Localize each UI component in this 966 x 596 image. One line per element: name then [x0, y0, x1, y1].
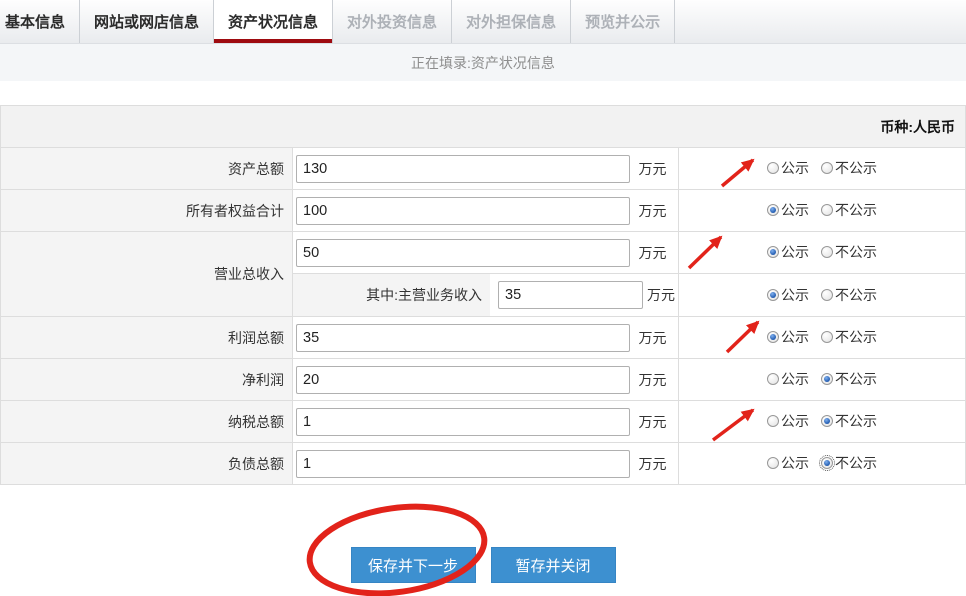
unit-label: 万元 [638, 203, 666, 219]
tab-preview-publish: 预览并公示 [571, 0, 675, 43]
tab-investment-info: 对外投资信息 [333, 0, 452, 43]
radio-private[interactable] [821, 331, 833, 343]
row-label: 负债总额 [1, 443, 293, 485]
radio-private[interactable] [821, 204, 833, 216]
radio-public-label[interactable]: 公示 [781, 327, 809, 347]
radio-public[interactable] [767, 373, 779, 385]
radio-private-label[interactable]: 不公示 [835, 453, 877, 473]
radio-public-label[interactable]: 公示 [781, 285, 809, 305]
tab-basic-info[interactable]: 基本信息 [0, 0, 80, 43]
save-close-button[interactable]: 暂存并关闭 [491, 547, 616, 583]
radio-private-label[interactable]: 不公示 [835, 158, 877, 178]
radio-public-label[interactable]: 公示 [781, 242, 809, 262]
tab-guarantee-info: 对外担保信息 [452, 0, 571, 43]
footer-actions: 保存并下一步 暂存并关闭 [0, 547, 966, 583]
radio-private-label[interactable]: 不公示 [835, 411, 877, 431]
radio-public[interactable] [767, 457, 779, 469]
radio-private[interactable] [821, 457, 833, 469]
operating-revenue-input[interactable] [296, 239, 630, 267]
asset-status-form-page: 基本信息 网站或网店信息 资产状况信息 对外投资信息 对外担保信息 预览并公示 … [0, 0, 966, 596]
tab-bar: 基本信息 网站或网店信息 资产状况信息 对外投资信息 对外担保信息 预览并公示 [0, 0, 966, 44]
radio-private-label[interactable]: 不公示 [835, 200, 877, 220]
radio-public-label[interactable]: 公示 [781, 453, 809, 473]
radio-private[interactable] [821, 289, 833, 301]
unit-label: 万元 [638, 414, 666, 430]
sub-row-label: 其中:主营业务收入 [293, 274, 490, 316]
unit-label: 万元 [638, 330, 666, 346]
radio-public[interactable] [767, 415, 779, 427]
row-label: 纳税总额 [1, 401, 293, 443]
radio-private[interactable] [821, 162, 833, 174]
status-band: 正在填录:资产状况信息 [0, 44, 966, 81]
total-liabilities-input[interactable] [296, 450, 630, 478]
unit-label: 万元 [647, 285, 675, 305]
radio-public[interactable] [767, 204, 779, 216]
row-label: 资产总额 [1, 148, 293, 190]
radio-private[interactable] [821, 415, 833, 427]
radio-public-label[interactable]: 公示 [781, 200, 809, 220]
row-label: 利润总额 [1, 317, 293, 359]
radio-public-label[interactable]: 公示 [781, 158, 809, 178]
row-label: 净利润 [1, 359, 293, 401]
radio-public[interactable] [767, 162, 779, 174]
total-assets-input[interactable] [296, 155, 630, 183]
radio-private-label[interactable]: 不公示 [835, 242, 877, 262]
status-text: 正在填录:资产状况信息 [411, 53, 555, 73]
main-business-revenue-input[interactable] [498, 281, 643, 309]
radio-public[interactable] [767, 331, 779, 343]
radio-private[interactable] [821, 246, 833, 258]
asset-form-table: 币种:人民币 资产总额 万元 公示 不公示 所有者权益合计 万元 [0, 105, 966, 485]
owner-equity-input[interactable] [296, 197, 630, 225]
radio-private-label[interactable]: 不公示 [835, 285, 877, 305]
radio-public[interactable] [767, 246, 779, 258]
unit-label: 万元 [638, 161, 666, 177]
tab-asset-status-info[interactable]: 资产状况信息 [214, 0, 333, 43]
row-label: 营业总收入 [1, 232, 293, 317]
save-next-button[interactable]: 保存并下一步 [351, 547, 476, 583]
radio-private-label[interactable]: 不公示 [835, 327, 877, 347]
unit-label: 万元 [638, 456, 666, 472]
tab-website-info[interactable]: 网站或网店信息 [80, 0, 214, 43]
unit-label: 万元 [638, 372, 666, 388]
radio-public-label[interactable]: 公示 [781, 411, 809, 431]
unit-label: 万元 [638, 245, 666, 261]
radio-private[interactable] [821, 373, 833, 385]
radio-public[interactable] [767, 289, 779, 301]
currency-header: 币种:人民币 [1, 106, 966, 148]
radio-private-label[interactable]: 不公示 [835, 369, 877, 389]
row-label: 所有者权益合计 [1, 190, 293, 232]
total-profit-input[interactable] [296, 324, 630, 352]
radio-public-label[interactable]: 公示 [781, 369, 809, 389]
total-tax-input[interactable] [296, 408, 630, 436]
net-profit-input[interactable] [296, 366, 630, 394]
